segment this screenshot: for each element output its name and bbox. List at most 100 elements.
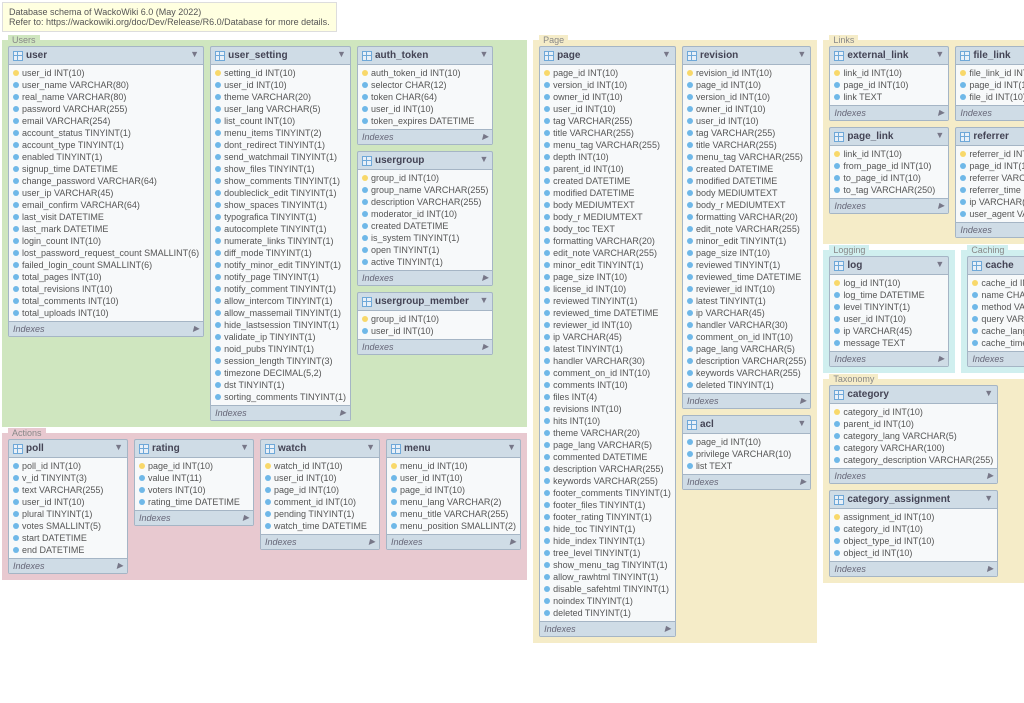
chevron-right-icon: ▶ bbox=[117, 561, 123, 571]
table-column: comment_id INT(10) bbox=[261, 496, 379, 508]
indexes-section[interactable]: Indexes▶ bbox=[683, 474, 810, 489]
column-icon bbox=[265, 499, 271, 505]
column-def: object_type_id INT(10) bbox=[843, 536, 934, 546]
table-column: token_expires DATETIME bbox=[358, 115, 492, 127]
table-column: latest TINYINT(1) bbox=[683, 295, 810, 307]
table-header[interactable]: log▼ bbox=[830, 257, 948, 275]
indexes-section[interactable]: Indexes▶ bbox=[135, 510, 253, 525]
table-header[interactable]: watch▼ bbox=[261, 440, 379, 458]
column-def: referrer VARCHAR(2083) bbox=[969, 173, 1024, 183]
table-header[interactable]: usergroup_member▼ bbox=[358, 293, 492, 311]
indexes-section[interactable]: Indexes▶ bbox=[830, 468, 997, 483]
column-def: theme VARCHAR(20) bbox=[553, 428, 640, 438]
indexes-label: Indexes bbox=[834, 108, 866, 118]
table-header[interactable]: page▼ bbox=[540, 47, 675, 65]
column-def: referrer_id INT(10) bbox=[969, 149, 1024, 159]
indexes-section[interactable]: Indexes▶ bbox=[830, 198, 948, 213]
indexes-section[interactable]: Indexes▶ bbox=[956, 105, 1024, 120]
key-icon bbox=[265, 463, 271, 469]
table-header[interactable]: page_link▼ bbox=[830, 128, 948, 146]
table-header[interactable]: referrer▼ bbox=[956, 128, 1024, 146]
indexes-label: Indexes bbox=[139, 513, 171, 523]
table-column: created DATETIME bbox=[358, 220, 492, 232]
column-def: watch_id INT(10) bbox=[274, 461, 343, 471]
table-header[interactable]: menu▼ bbox=[387, 440, 520, 458]
table-icon bbox=[834, 51, 844, 61]
column-def: noindex TINYINT(1) bbox=[553, 596, 633, 606]
column-def: tag VARCHAR(255) bbox=[553, 116, 632, 126]
indexes-section[interactable]: Indexes▶ bbox=[358, 129, 492, 144]
table-column: description VARCHAR(255) bbox=[683, 355, 810, 367]
indexes-section[interactable]: Indexes▶ bbox=[9, 558, 127, 573]
table-column: page_id INT(10) bbox=[387, 484, 520, 496]
table-column: user_id INT(10) bbox=[683, 115, 810, 127]
table-column: hide_lastsession TINYINT(1) bbox=[211, 319, 350, 331]
indexes-section[interactable]: Indexes▶ bbox=[211, 405, 350, 420]
table-header[interactable]: auth_token▼ bbox=[358, 47, 492, 65]
table-column: edit_note VARCHAR(255) bbox=[683, 223, 810, 235]
table-header[interactable]: usergroup▼ bbox=[358, 152, 492, 170]
column-def: page_id INT(10) bbox=[969, 80, 1024, 90]
table-column: version_id INT(10) bbox=[683, 91, 810, 103]
column-def: dst TINYINT(1) bbox=[224, 380, 284, 390]
table-name: poll bbox=[26, 443, 44, 454]
indexes-section[interactable]: Indexes▶ bbox=[830, 351, 948, 366]
table-header[interactable]: poll▼ bbox=[9, 440, 127, 458]
column-icon bbox=[13, 499, 19, 505]
chevron-right-icon: ▶ bbox=[482, 132, 488, 142]
column-icon bbox=[834, 526, 840, 532]
chevron-right-icon: ▶ bbox=[482, 342, 488, 352]
group-label: Taxonomy bbox=[829, 374, 878, 384]
table-header[interactable]: revision▼ bbox=[683, 47, 810, 65]
table-header[interactable]: file_link▼ bbox=[956, 47, 1024, 65]
table-cache: cache▼cache_id INT(10)name CHAR(40)metho… bbox=[967, 256, 1024, 367]
table-header[interactable]: user_setting▼ bbox=[211, 47, 350, 65]
indexes-section[interactable]: Indexes▶ bbox=[387, 534, 520, 549]
table-header[interactable]: user▼ bbox=[9, 47, 203, 65]
indexes-section[interactable]: Indexes▶ bbox=[956, 222, 1024, 237]
column-def: account_type TINYINT(1) bbox=[22, 140, 124, 150]
table-column: parent_id INT(10) bbox=[540, 163, 675, 175]
indexes-section[interactable]: Indexes▶ bbox=[358, 339, 492, 354]
table-header[interactable]: external_link▼ bbox=[830, 47, 948, 65]
table-column: password VARCHAR(255) bbox=[9, 103, 203, 115]
column-def: tag VARCHAR(255) bbox=[696, 128, 775, 138]
column-def: page_lang VARCHAR(5) bbox=[696, 344, 795, 354]
indexes-section[interactable]: Indexes▶ bbox=[830, 105, 948, 120]
chevron-down-icon: ▼ bbox=[366, 442, 375, 452]
table-body: page_id INT(10)version_id INT(10)owner_i… bbox=[540, 65, 675, 621]
column-icon bbox=[687, 298, 693, 304]
table-header[interactable]: category▼ bbox=[830, 386, 997, 404]
column-def: modified DATETIME bbox=[553, 188, 634, 198]
column-icon bbox=[391, 475, 397, 481]
table-column: license_id INT(10) bbox=[540, 283, 675, 295]
column-icon bbox=[960, 187, 966, 193]
column-def: user_id INT(10) bbox=[371, 104, 434, 114]
column-def: parent_id INT(10) bbox=[843, 419, 914, 429]
indexes-section[interactable]: Indexes▶ bbox=[9, 321, 203, 336]
column-def: voters INT(10) bbox=[148, 485, 206, 495]
table-header[interactable]: cache▼ bbox=[968, 257, 1024, 275]
column-icon bbox=[544, 166, 550, 172]
table-column: page_lang VARCHAR(5) bbox=[683, 343, 810, 355]
indexes-section[interactable]: Indexes▶ bbox=[683, 393, 810, 408]
column-icon bbox=[544, 142, 550, 148]
indexes-section[interactable]: Indexes▶ bbox=[540, 621, 675, 636]
indexes-section[interactable]: Indexes▶ bbox=[830, 561, 997, 576]
table-header[interactable]: acl▼ bbox=[683, 416, 810, 434]
table-column: created DATETIME bbox=[683, 163, 810, 175]
column-icon bbox=[687, 130, 693, 136]
table-column: dont_redirect TINYINT(1) bbox=[211, 139, 350, 151]
indexes-section[interactable]: Indexes▶ bbox=[358, 270, 492, 285]
table-header[interactable]: category_assignment▼ bbox=[830, 491, 997, 509]
indexes-section[interactable]: Indexes▶ bbox=[968, 351, 1024, 366]
column-icon bbox=[215, 238, 221, 244]
column-icon bbox=[834, 550, 840, 556]
table-header[interactable]: rating▼ bbox=[135, 440, 253, 458]
column-def: setting_id INT(10) bbox=[224, 68, 296, 78]
table-category_assignment: category_assignment▼assignment_id INT(10… bbox=[829, 490, 998, 577]
column-def: page_id INT(10) bbox=[696, 437, 761, 447]
table-column: tag VARCHAR(255) bbox=[540, 115, 675, 127]
table-column: body_toc TEXT bbox=[540, 223, 675, 235]
indexes-section[interactable]: Indexes▶ bbox=[261, 534, 379, 549]
